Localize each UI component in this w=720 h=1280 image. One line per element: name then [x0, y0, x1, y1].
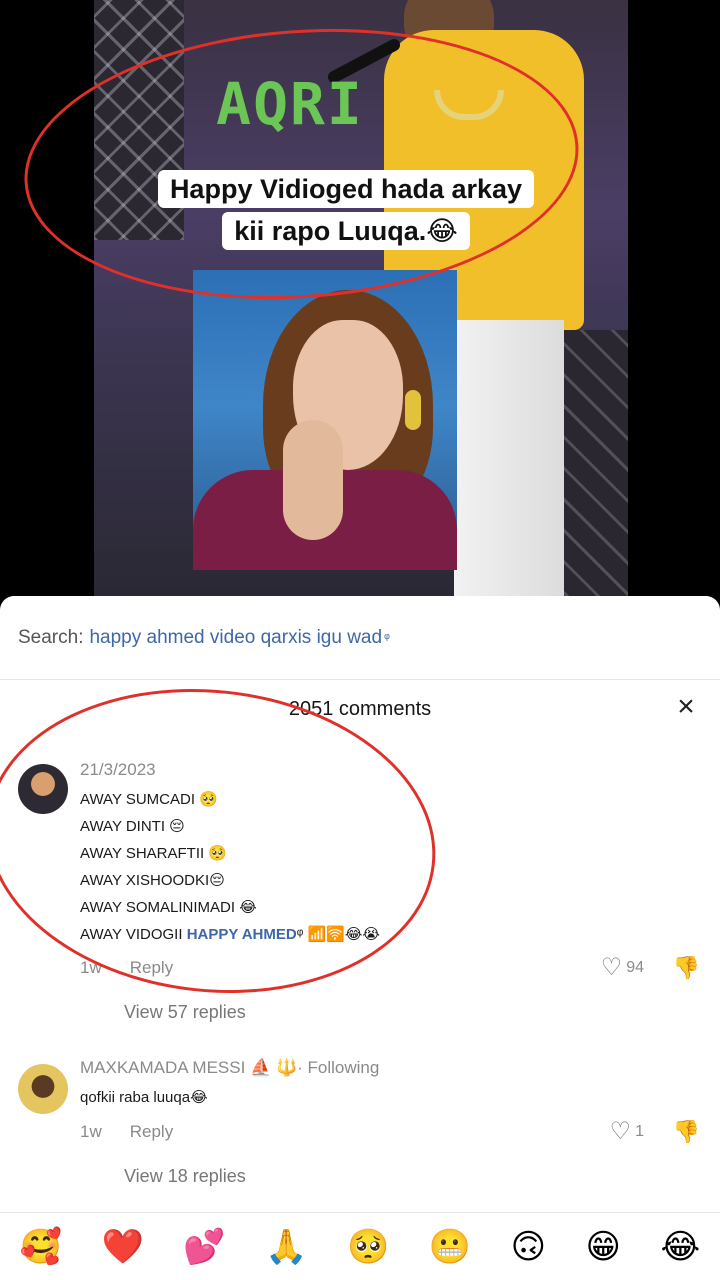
- comments-count: 2051 comments: [288, 698, 432, 720]
- comment-text-line: AWAY XISHOODKI😔: [80, 872, 225, 889]
- comment-body: MAXKAMADA MESSI ⛵ 🔱· Following qofkii ra…: [80, 1058, 379, 1111]
- comment-author-row: MAXKAMADA MESSI ⛵ 🔱· Following: [80, 1058, 379, 1078]
- like-button[interactable]: ♡ 94: [601, 956, 644, 980]
- video-caption: Happy Vidioged hada arkay kii rapo Luuqa…: [0, 170, 692, 254]
- emoji-quick-bar: 🥰 ❤️ 💕 🙏 🥺 😬 🙃 😁 😂: [0, 1212, 720, 1280]
- comment-time: 1w: [80, 1122, 102, 1141]
- caption-line-1: Happy Vidioged hada arkay: [157, 170, 535, 208]
- dislike-icon[interactable]: 👎: [673, 955, 700, 981]
- emoji-two-hearts-button[interactable]: 💕: [183, 1227, 225, 1267]
- dislike-icon[interactable]: 👎: [673, 1119, 700, 1145]
- avatar[interactable]: [18, 1064, 68, 1114]
- hashtag-link[interactable]: HAPPY AHMED: [187, 926, 297, 943]
- following-label: Following: [307, 1058, 380, 1077]
- emoji-heart-button[interactable]: ❤️: [102, 1227, 144, 1267]
- view-replies-button[interactable]: View 57 replies: [124, 1002, 246, 1023]
- emoji-grimace-button[interactable]: 😬: [429, 1227, 471, 1267]
- caption-line-2: kii rapo Luuqa.😂: [222, 212, 470, 250]
- comment-body: 21/3/2023 AWAY SUMCADI 🥺 AWAY DINTI 😔 AW…: [80, 760, 380, 948]
- comment-text-line: AWAY SHARAFTII 🥺: [80, 845, 228, 862]
- emoji-grin-button[interactable]: 😁: [586, 1227, 621, 1267]
- inset-portrait-photo: [193, 270, 457, 570]
- overlay-title: AQRI: [216, 70, 364, 138]
- emoji-pray-button[interactable]: 🙏: [265, 1227, 307, 1267]
- heart-icon: ♡: [600, 954, 623, 981]
- like-count: 94: [626, 959, 644, 976]
- search-suggestion-row[interactable]: Search: happy ahmed video qarxis igu wad…: [0, 596, 720, 680]
- comment-text-line: AWAY SOMALINIMADI 😂: [80, 899, 257, 916]
- comment-text-line: qofkii raba luuqa😂: [80, 1089, 208, 1106]
- comment-actions: 1w Reply: [80, 958, 173, 978]
- close-icon[interactable]: ×: [670, 692, 702, 724]
- comment-time: 1w: [80, 958, 102, 977]
- search-label: Search:: [18, 626, 84, 648]
- search-icon: ᵠ: [384, 630, 390, 645]
- comment-author[interactable]: 21/3/2023: [80, 760, 380, 780]
- video-player[interactable]: AQRI Happy Vidioged hada arkay kii rapo …: [0, 0, 720, 600]
- search-query-link[interactable]: happy ahmed video qarxis igu wad: [89, 627, 382, 649]
- comment-text-line: AWAY DINTI 😔: [80, 818, 185, 835]
- comment-text-line: AWAY SUMCADI 🥺: [80, 791, 218, 808]
- reply-button[interactable]: Reply: [130, 1122, 173, 1142]
- heart-icon: ♡: [609, 1118, 632, 1145]
- avatar[interactable]: [18, 764, 68, 814]
- emoji-pleading-button[interactable]: 🥺: [347, 1227, 389, 1267]
- comment-text-suffix: ᵠ 📶🛜😂😭: [296, 926, 380, 943]
- emoji-smiling-hearts-button[interactable]: 🥰: [20, 1227, 62, 1267]
- performer-pants: [454, 320, 564, 600]
- emoji-tears-of-joy-button[interactable]: 😂: [660, 1227, 700, 1267]
- emoji-upside-down-button[interactable]: 🙃: [511, 1227, 546, 1267]
- comment-author[interactable]: MAXKAMADA MESSI: [80, 1058, 245, 1077]
- view-replies-button[interactable]: View 18 replies: [124, 1166, 246, 1187]
- author-badges: ⛵ 🔱·: [250, 1058, 303, 1077]
- portrait-hand: [283, 420, 343, 540]
- portrait-earring: [405, 390, 421, 430]
- reply-button[interactable]: Reply: [130, 958, 173, 978]
- comment-text-line: AWAY VIDOGII HAPPY AHMEDᵠ 📶🛜😂😭: [80, 921, 380, 948]
- like-button[interactable]: ♡ 1: [610, 1120, 644, 1144]
- comment-text-prefix: AWAY VIDOGII: [80, 926, 187, 943]
- comment-actions: 1w Reply: [80, 1122, 173, 1142]
- comments-header: 2051 comments ×: [0, 680, 720, 736]
- like-count: 1: [635, 1123, 644, 1140]
